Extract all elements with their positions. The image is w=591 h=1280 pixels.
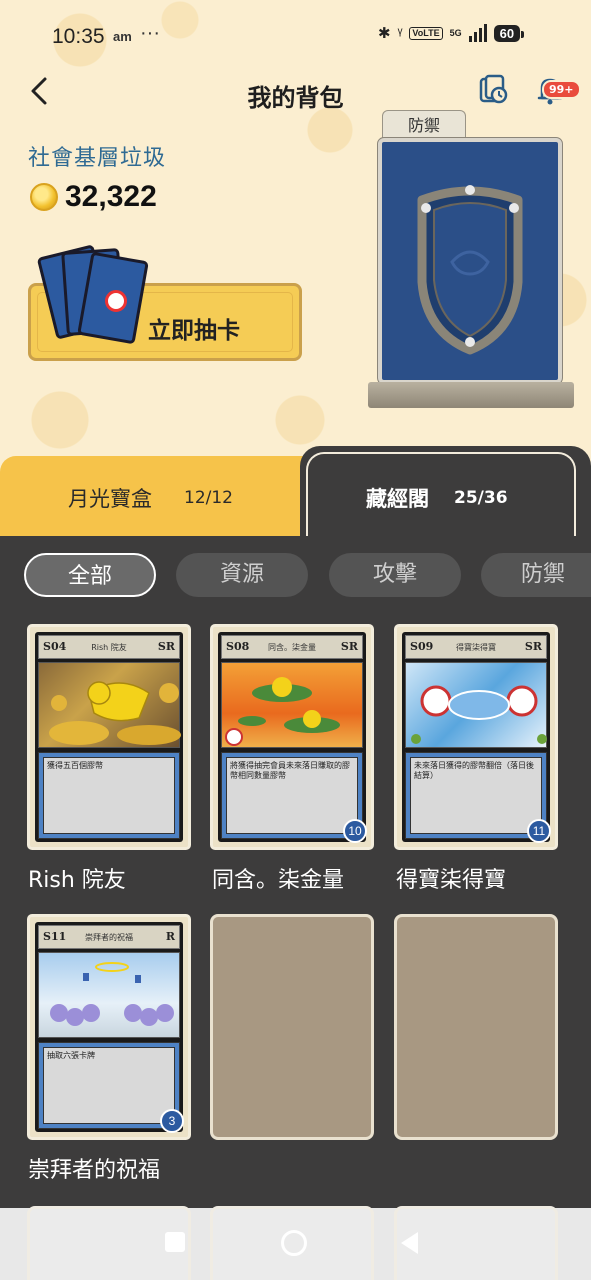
tab-count: 12/12: [184, 488, 233, 508]
card-count-badge: 11: [527, 819, 551, 843]
card-title: 同含。柒金量: [268, 643, 316, 652]
tab-label: 藏經閣: [366, 487, 429, 511]
system-back-icon[interactable]: [401, 1232, 418, 1254]
home-icon[interactable]: [281, 1230, 307, 1256]
card-header: S09 得寶柒得寶 SR: [405, 635, 547, 659]
filter-attack[interactable]: 攻擊: [329, 553, 461, 597]
card-description: 獲得五百個膠幣: [43, 757, 175, 834]
tab-label: 月光寶盒: [68, 487, 152, 511]
card-description: 將獲得抽完會員未來落日賺取的膠幣相同數量膠幣: [226, 757, 358, 834]
tab-count: 25/36: [454, 488, 508, 508]
empty-card-slot: [394, 1206, 558, 1280]
empty-card-slot: [394, 914, 558, 1140]
card-rarity: SR: [157, 640, 175, 653]
card-art: [38, 952, 180, 1038]
status-icons: ✱ ᵞ VoLTE 5G 60: [378, 24, 525, 42]
network-type: 5G: [449, 28, 462, 38]
empty-card-slot: [210, 914, 374, 1140]
card-back: [378, 138, 562, 384]
bluetooth-icon: ✱: [378, 25, 391, 42]
card-rarity: SR: [524, 640, 542, 653]
tab-outline: [306, 452, 576, 536]
wifi-calling-icon: ᵞ: [397, 24, 403, 42]
card-code: S08: [226, 640, 250, 653]
filter-all[interactable]: 全部: [24, 553, 156, 597]
status-overflow: ···: [140, 22, 160, 44]
filter-resources[interactable]: 資源: [176, 553, 308, 597]
card-header: S08 同含。柒金量 SR: [221, 635, 363, 659]
draw-card-label: 立即抽卡: [148, 318, 240, 344]
nav-bar: 我的背包: [0, 68, 591, 116]
coin-balance: 32,322: [65, 180, 157, 213]
card-name: 崇拜者的祝福: [28, 1158, 161, 1183]
card-stand: [368, 382, 574, 408]
featured-card-type: 防禦: [382, 110, 466, 140]
card-count-badge: 10: [343, 819, 367, 843]
card-count-badge: 3: [160, 1109, 184, 1133]
shield-icon: [417, 185, 523, 355]
card-title: 得寶柒得寶: [456, 643, 496, 652]
coin-icon: [30, 183, 58, 211]
card-description: 抽取六張卡牌: [43, 1047, 175, 1124]
card-item[interactable]: S04 Rish 院友 SR 獲得五百個膠幣: [27, 624, 191, 850]
signal-icon: [468, 24, 487, 42]
card-item[interactable]: S09 得寶柒得寶 SR 未來落日獲得的膠幣翻倍（落日後結算） 11: [394, 624, 558, 850]
status-time: 10:35: [52, 25, 105, 48]
filter-defense[interactable]: 防禦: [481, 553, 591, 597]
featured-card[interactable]: 防禦: [368, 110, 574, 408]
card-rarity: SR: [340, 640, 358, 653]
card-code: S09: [410, 640, 434, 653]
recent-apps-icon[interactable]: [165, 1232, 185, 1252]
card-art: [38, 662, 181, 748]
volte-icon: VoLTE: [409, 26, 443, 40]
card-rarity: R: [165, 930, 175, 943]
tab-moonlight-box[interactable]: [0, 456, 320, 536]
card-code: S04: [43, 640, 67, 653]
card-art: [221, 662, 363, 748]
card-title: 崇拜者的祝福: [85, 933, 133, 942]
battery-icon: 60: [493, 24, 525, 42]
card-item[interactable]: S08 同含。柒金量 SR 將獲得抽完會員未來落日賺取的膠幣相同數量膠幣 10: [210, 624, 374, 850]
card-header: S11 崇拜者的祝福 R: [38, 925, 180, 949]
status-bar: 10:35 am ··· ✱ ᵞ VoLTE 5G 60: [0, 0, 591, 70]
card-title: Rish 院友: [91, 643, 127, 652]
status-ampm: am: [113, 29, 132, 44]
username: 社會基層垃圾: [28, 146, 167, 171]
card-name: 同含。柒金量: [212, 868, 345, 893]
card-name: 得寶柒得寶: [396, 868, 507, 893]
card-item[interactable]: S11 崇拜者的祝福 R 抽取六張卡牌 3: [27, 914, 191, 1140]
mascot-face-icon: [105, 290, 127, 312]
card-header: S04 Rish 院友 SR: [38, 635, 180, 659]
history-icon[interactable]: [478, 74, 510, 106]
card-description: 未來落日獲得的膠幣翻倍（落日後結算）: [410, 757, 542, 834]
card-art: [405, 662, 547, 748]
notification-badge: 99+: [542, 80, 581, 99]
card-name: Rish 院友: [28, 868, 126, 893]
card-code: S11: [43, 930, 67, 943]
